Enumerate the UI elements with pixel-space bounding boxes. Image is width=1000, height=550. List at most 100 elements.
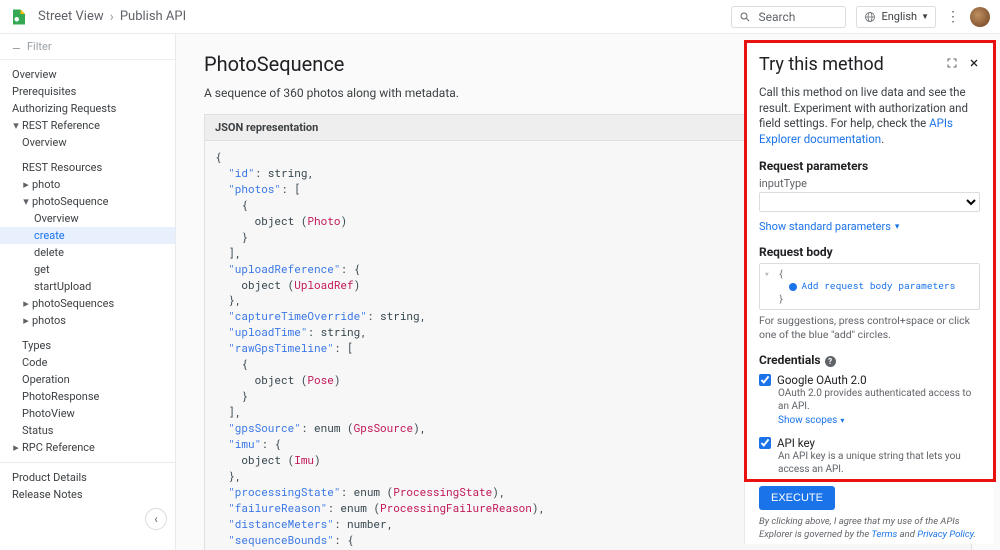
sidebar-item[interactable]: Authorizing Requests xyxy=(0,100,175,117)
panel-desc-post: . xyxy=(881,132,884,146)
header: Street View › Publish API Search English… xyxy=(0,0,1000,34)
sidebar-item-label: Prerequisites xyxy=(12,85,76,98)
req-body-hint: For suggestions, press control+space or … xyxy=(759,314,980,341)
caret-right-icon: ▸ xyxy=(22,314,30,327)
show-scopes-label: Show scopes xyxy=(778,415,837,426)
oauth-sub: OAuth 2.0 provides authenticated access … xyxy=(778,387,980,413)
search-placeholder: Search xyxy=(758,10,795,24)
sidebar-item[interactable]: ▸photo xyxy=(0,176,175,193)
sidebar-item[interactable]: get xyxy=(0,261,175,278)
privacy-link[interactable]: Privacy Policy xyxy=(917,529,973,540)
sidebar: ⚊ Filter Overview Prerequisites Authorizin… xyxy=(0,34,176,550)
filter-label: Filter xyxy=(27,40,52,53)
add-circle-icon[interactable] xyxy=(789,283,797,291)
caret-down-icon: ▾ xyxy=(12,119,20,132)
caret-down-icon: ▾ xyxy=(22,195,30,208)
sidebar-item-label: Release Notes xyxy=(12,488,83,501)
sidebar-item[interactable]: Overview xyxy=(0,66,175,83)
sidebar-item[interactable]: ▾photoSequence xyxy=(0,193,175,210)
product-logo-icon xyxy=(10,8,28,26)
sidebar-item-label: photoSequences xyxy=(32,297,114,310)
breadcrumb: Street View › Publish API xyxy=(38,9,186,25)
close-icon[interactable] xyxy=(968,57,980,72)
sidebar-item-label: delete xyxy=(34,246,64,259)
sidebar-item-label: REST Reference xyxy=(22,119,100,132)
oauth-checkbox[interactable] xyxy=(759,374,771,386)
sidebar-item-label: startUpload xyxy=(34,280,91,293)
chevron-down-icon: ▾ xyxy=(895,222,900,232)
sidebar-item-label: REST Resources xyxy=(22,161,102,174)
panel-title: Try this method xyxy=(759,54,884,75)
sidebar-item-label: create xyxy=(34,229,65,242)
sidebar-item-label: Overview xyxy=(12,68,57,81)
sidebar-item-label: photoSequence xyxy=(32,195,108,208)
search-input[interactable]: Search xyxy=(731,6,846,28)
sidebar-item[interactable]: Overview xyxy=(0,210,175,227)
globe-icon xyxy=(863,10,877,24)
sidebar-item[interactable]: ▸photos xyxy=(0,312,175,329)
sidebar-item[interactable]: Overview xyxy=(0,134,175,151)
sidebar-item-label: photos xyxy=(32,314,66,327)
execute-button[interactable]: EXECUTE xyxy=(759,486,835,510)
fullscreen-icon[interactable] xyxy=(946,57,958,72)
breadcrumb-product[interactable]: Street View xyxy=(38,9,104,24)
caret-right-icon: ▸ xyxy=(12,441,20,454)
sidebar-item[interactable]: Product Details xyxy=(0,469,175,486)
caret-right-icon: ▸ xyxy=(22,297,30,310)
sidebar-item[interactable]: Types xyxy=(0,337,175,354)
sidebar-item[interactable]: Operation xyxy=(0,371,175,388)
sidebar-item[interactable]: ▾REST Reference xyxy=(0,117,175,134)
req-params-heading: Request parameters xyxy=(759,159,980,173)
chevron-down-icon: ▾ xyxy=(840,416,844,425)
apikey-checkbox[interactable] xyxy=(759,437,771,449)
more-menu-icon[interactable]: ⋮ xyxy=(946,9,960,25)
sidebar-item-label: RPC Reference xyxy=(22,441,95,454)
filter-input[interactable]: ⚊ Filter xyxy=(0,34,175,60)
sidebar-item-label: Overview xyxy=(34,212,79,225)
add-body-link[interactable]: Add request body parameters xyxy=(801,279,955,292)
show-scopes[interactable]: Show scopes ▾ xyxy=(778,415,980,426)
apikey-label: API key xyxy=(777,436,815,450)
sidebar-item[interactable]: Prerequisites xyxy=(0,83,175,100)
param-inputtype-select[interactable] xyxy=(759,192,980,212)
show-std-params[interactable]: Show standard parameters ▾ xyxy=(759,220,980,233)
language-selector[interactable]: English ▼ xyxy=(856,6,936,28)
sidebar-item[interactable]: Code xyxy=(0,354,175,371)
sidebar-item[interactable]: Release Notes xyxy=(0,486,175,503)
sidebar-item[interactable]: PhotoView xyxy=(0,405,175,422)
param-inputtype-label: inputType xyxy=(759,177,980,190)
sidebar-item[interactable]: ▸photoSequences xyxy=(0,295,175,312)
disclaimer: By clicking above, I agree that my use o… xyxy=(759,516,980,541)
collapse-sidebar-button[interactable]: ‹ xyxy=(145,508,167,530)
sidebar-item[interactable]: REST Resources xyxy=(0,159,175,176)
caret-down-icon: ▼ xyxy=(921,12,929,21)
avatar[interactable] xyxy=(970,7,990,27)
disclaimer-mid: and xyxy=(897,529,917,540)
oauth-label: Google OAuth 2.0 xyxy=(777,373,867,387)
sidebar-item-label: Types xyxy=(22,339,51,352)
sidebar-item-label: Status xyxy=(22,424,53,437)
sidebar-item-label: photo xyxy=(32,178,60,191)
breadcrumb-section[interactable]: Publish API xyxy=(120,9,186,24)
terms-link[interactable]: Terms xyxy=(871,529,897,540)
req-body-editor[interactable]: ▾ { Add request body parameters } xyxy=(759,263,980,310)
disclaimer-post: . xyxy=(974,529,976,540)
sidebar-item-label: PhotoResponse xyxy=(22,390,99,403)
sidebar-item-label: get xyxy=(34,263,50,276)
sidebar-item[interactable]: Status xyxy=(0,422,175,439)
filter-icon: ⚊ xyxy=(12,41,21,52)
sidebar-item[interactable]: ▸RPC Reference xyxy=(0,439,175,456)
sidebar-item[interactable]: PhotoResponse xyxy=(0,388,175,405)
caret-right-icon: ▸ xyxy=(22,178,30,191)
sidebar-item-label: PhotoView xyxy=(22,407,75,420)
sidebar-item[interactable]: delete xyxy=(0,244,175,261)
sidebar-item[interactable]: startUpload xyxy=(0,278,175,295)
credentials-label: Credentials xyxy=(759,353,821,367)
search-icon xyxy=(738,10,752,24)
sidebar-item-label: Authorizing Requests xyxy=(12,102,116,115)
show-std-label: Show standard parameters xyxy=(759,220,891,233)
sidebar-item[interactable]: create xyxy=(0,227,175,244)
main: PhotoSequence A sequence of 360 photos a… xyxy=(176,34,1000,550)
sidebar-item-label: Operation xyxy=(22,373,70,386)
help-icon[interactable]: ? xyxy=(825,356,836,367)
